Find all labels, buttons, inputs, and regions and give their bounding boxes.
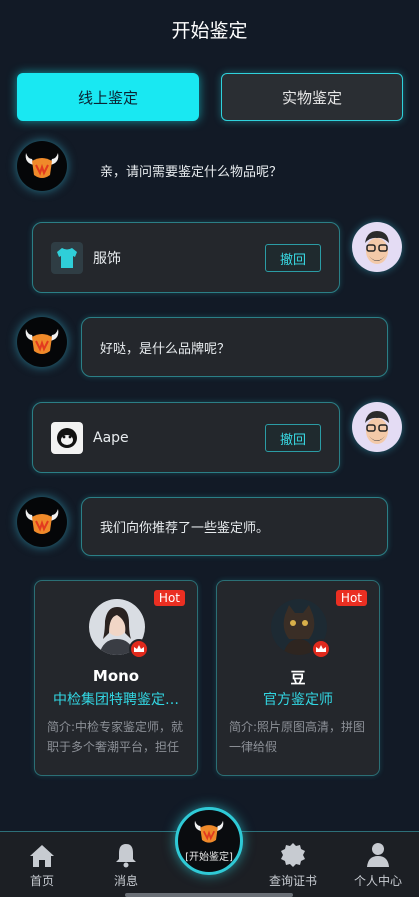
person-icon bbox=[343, 840, 413, 868]
bot-message-1-text: 亲，请问需要鉴定什么物品呢？ bbox=[100, 164, 283, 180]
bot-message-3: 我们向你推荐了一些鉴定师。 bbox=[81, 497, 388, 556]
nav-certificate-label: 查询证书 bbox=[268, 874, 317, 888]
bot-avatar bbox=[17, 497, 67, 547]
appraiser-title: 官方鉴定师 bbox=[263, 692, 333, 708]
appraiser-description: 简介:照片原图高清，拼图一律给假 bbox=[229, 720, 366, 754]
bull-logo-icon bbox=[25, 509, 59, 534]
selection-label: 服饰 bbox=[93, 250, 121, 267]
appraiser-title: 中检集团特聘鉴定… bbox=[53, 692, 179, 708]
bot-avatar bbox=[17, 141, 67, 191]
nav-profile[interactable]: 个人中心 bbox=[343, 840, 413, 889]
nav-messages-label: 消息 bbox=[113, 874, 138, 888]
tab-online-appraisal[interactable]: 线上鉴定 bbox=[17, 73, 199, 121]
tab-physical-appraisal[interactable]: 实物鉴定 bbox=[221, 73, 403, 121]
bot-message-3-text: 我们向你推荐了一些鉴定师。 bbox=[100, 521, 270, 536]
nav-certificate[interactable]: 查询证书 bbox=[258, 840, 328, 889]
page-title: 开始鉴定 bbox=[171, 20, 248, 42]
aape-logo-icon bbox=[51, 421, 83, 454]
withdraw-button[interactable]: 撤回 bbox=[265, 244, 321, 272]
crown-icon bbox=[311, 639, 331, 659]
bot-message-1: 亲，请问需要鉴定什么物品呢？ bbox=[82, 150, 388, 190]
hot-badge: Hot bbox=[153, 590, 185, 606]
start-appraisal-button[interactable]: [开始鉴定] bbox=[175, 807, 243, 875]
appraiser-name: 豆 bbox=[290, 669, 306, 687]
user-avatar bbox=[352, 222, 402, 272]
appraiser-card[interactable]: Hot 豆 官方鉴定师 简介:照片原图高清，拼图一律给假 bbox=[216, 580, 380, 776]
selection-label: Aape bbox=[93, 429, 129, 446]
start-appraisal-label: [开始鉴定] bbox=[185, 852, 233, 863]
home-icon bbox=[7, 840, 77, 868]
appraiser-card[interactable]: Hot Mono 中检集团特聘鉴定… 简介:中检专家鉴定师，就职于多个奢潮平台，… bbox=[34, 580, 198, 776]
nav-home[interactable]: 首页 bbox=[7, 840, 77, 889]
bull-logo-icon bbox=[194, 820, 224, 843]
appraiser-description: 简介:中检专家鉴定师，就职于多个奢潮平台，担任 bbox=[47, 720, 184, 754]
bot-message-2-text: 好哒，是什么品牌呢？ bbox=[100, 341, 231, 357]
memoji-avatar-icon bbox=[365, 411, 389, 444]
tshirt-icon bbox=[51, 241, 83, 274]
bull-logo-icon bbox=[25, 153, 59, 178]
hot-badge: Hot bbox=[335, 590, 367, 606]
nav-home-label: 首页 bbox=[29, 874, 54, 888]
home-indicator bbox=[125, 893, 293, 897]
memoji-avatar-icon bbox=[365, 231, 389, 264]
user-avatar bbox=[352, 402, 402, 452]
appraiser-name: Mono bbox=[92, 667, 140, 685]
certificate-badge-icon bbox=[258, 840, 328, 868]
user-selection-category: 服饰 撤回 bbox=[32, 222, 340, 293]
bot-avatar bbox=[17, 317, 67, 367]
bell-icon bbox=[91, 840, 161, 868]
crown-icon bbox=[129, 639, 149, 659]
withdraw-button[interactable]: 撤回 bbox=[265, 424, 321, 452]
bull-logo-icon bbox=[25, 329, 59, 354]
bot-message-2: 好哒，是什么品牌呢？ bbox=[81, 317, 388, 377]
user-selection-brand: Aape 撤回 bbox=[32, 402, 340, 473]
nav-messages[interactable]: 消息 bbox=[91, 840, 161, 889]
nav-profile-label: 个人中心 bbox=[353, 874, 402, 888]
